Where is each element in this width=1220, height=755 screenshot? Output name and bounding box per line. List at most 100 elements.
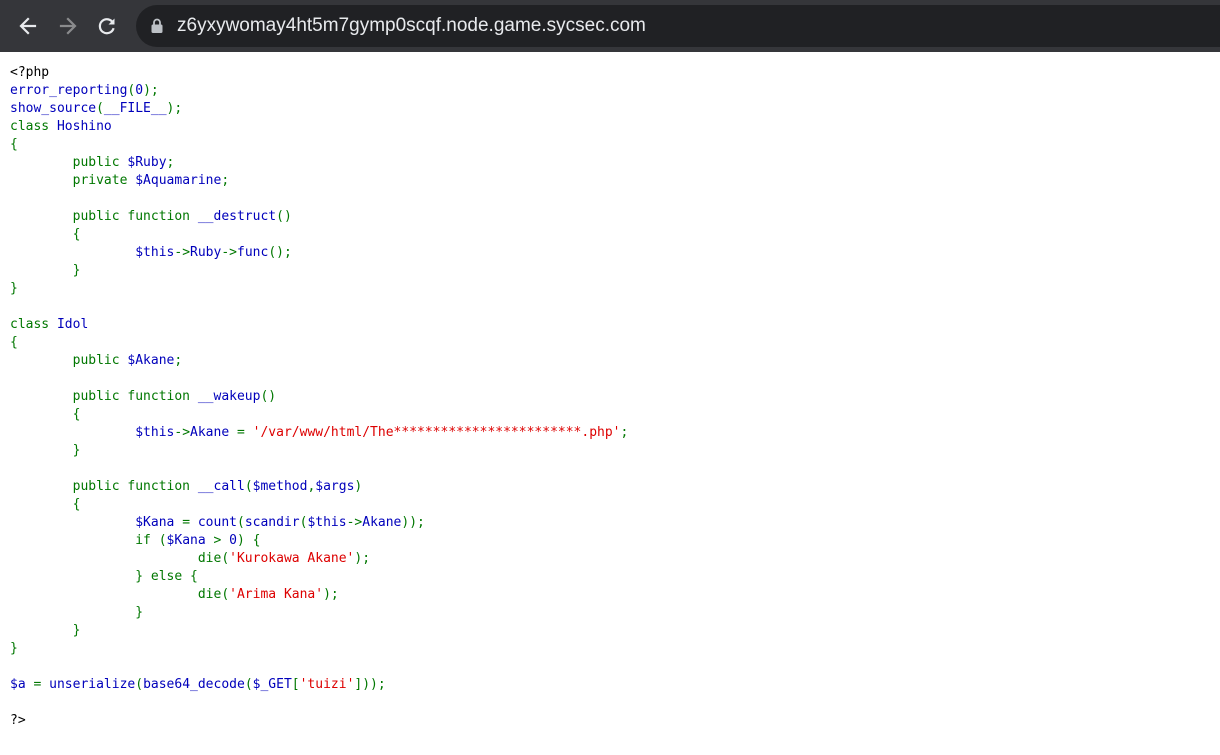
code-token: unserialize — [49, 677, 136, 692]
code-token: } — [10, 641, 18, 656]
code-token: = — [237, 425, 253, 440]
code-token: = — [33, 677, 50, 692]
code-token: ; — [166, 155, 175, 170]
code-token: ); — [143, 83, 159, 98]
code-token: $Kana — [166, 533, 214, 548]
code-line: class Idol — [10, 316, 628, 334]
code-token: $args — [315, 479, 355, 494]
code-token: <?php — [10, 65, 50, 80]
arrow-right-icon — [58, 16, 78, 36]
code-token: public — [10, 155, 128, 170]
code-token: $Ruby — [127, 155, 167, 170]
code-line: public function __call($method,$args) — [10, 478, 628, 496]
code-line: { — [10, 136, 628, 154]
code-token: (); — [268, 245, 292, 260]
reload-button[interactable] — [92, 11, 122, 41]
code-line: { — [10, 334, 628, 352]
code-token: { — [10, 227, 81, 242]
code-token: Akane — [362, 515, 402, 530]
code-token: -> — [346, 515, 363, 530]
code-token: ?> — [10, 713, 26, 728]
code-line: } — [10, 262, 628, 280]
code-token: } else { — [10, 569, 198, 584]
address-bar[interactable]: z6yxywomay4ht5m7gymp0scqf.node.game.sycs… — [136, 5, 1220, 47]
code-token: $this — [135, 245, 175, 260]
code-token: ) { — [237, 533, 261, 548]
code-line: } else { — [10, 568, 628, 586]
code-line: { — [10, 226, 628, 244]
code-line: public $Ruby; — [10, 154, 628, 172]
back-button[interactable] — [13, 11, 43, 41]
code-line: } — [10, 604, 628, 622]
code-token: $this — [135, 425, 175, 440]
code-token: ; — [174, 353, 183, 368]
code-line: public $Akane; — [10, 352, 628, 370]
code-line: { — [10, 496, 628, 514]
code-line: show_source(__FILE__); — [10, 100, 628, 118]
code-token: () — [276, 209, 292, 224]
code-token: { — [10, 335, 18, 350]
code-token: } — [10, 263, 81, 278]
code-token: private — [10, 173, 136, 188]
code-token: class — [10, 317, 57, 332]
code-line: public function __destruct() — [10, 208, 628, 226]
code-token: = — [182, 515, 198, 530]
code-token: base64_decode — [143, 677, 245, 692]
code-token: ( — [96, 101, 104, 116]
code-line: $this->Ruby->func(); — [10, 244, 628, 262]
code-token: func — [237, 245, 269, 260]
code-token: __wakeup — [197, 389, 261, 404]
lock-icon[interactable] — [151, 18, 163, 39]
code-line: { — [10, 406, 628, 424]
code-token: ; — [221, 173, 230, 188]
code-line: error_reporting(0); — [10, 82, 628, 100]
browser-toolbar: z6yxywomay4ht5m7gymp0scqf.node.game.sycs… — [0, 0, 1220, 52]
code-token: ) — [354, 479, 363, 494]
url-text: z6yxywomay4ht5m7gymp0scqf.node.game.sycs… — [177, 15, 646, 36]
code-token: show_source — [10, 101, 97, 116]
php-source-code: <?php error_reporting(0); show_source(__FI… — [10, 64, 628, 730]
code-token: { — [10, 407, 81, 422]
code-token: > — [213, 533, 230, 548]
code-token: -> — [221, 245, 237, 260]
code-line: die('Arima Kana'); — [10, 586, 628, 604]
code-line: } — [10, 442, 628, 460]
code-token: 0 — [135, 83, 144, 98]
code-token: Akane — [190, 425, 237, 440]
code-token: public function — [10, 479, 198, 494]
code-token: } — [10, 623, 81, 638]
forward-button[interactable] — [53, 11, 83, 41]
code-token: Idol — [56, 317, 89, 332]
code-token: if ( — [10, 533, 167, 548]
code-token: } — [10, 605, 144, 620]
code-token: Ruby — [190, 245, 222, 260]
code-token: ( — [244, 677, 253, 692]
code-token: $Kana — [135, 515, 183, 530]
code-token: __FILE__ — [103, 101, 167, 116]
code-token: scandir — [244, 515, 300, 530]
code-token: { — [10, 497, 81, 512]
code-line: die('Kurokawa Akane'); — [10, 550, 628, 568]
code-token: () — [260, 389, 277, 404]
code-token: __destruct — [197, 209, 277, 224]
code-token: -> — [174, 425, 191, 440]
code-token: public — [10, 353, 128, 368]
code-line: } — [10, 640, 628, 658]
reload-icon — [97, 16, 117, 36]
code-token: Hoshino — [56, 119, 112, 134]
code-line: if ($Kana > 0) { — [10, 532, 628, 550]
code-token: die( — [10, 587, 230, 602]
code-line: public function __wakeup() — [10, 388, 628, 406]
code-token: public function — [10, 389, 198, 404]
code-line: $this->Akane = '/var/www/html/The*******… — [10, 424, 628, 442]
code-line: $Kana = count(scandir($this->Akane)); — [10, 514, 628, 532]
code-token: [ — [291, 677, 300, 692]
code-token: $a — [10, 677, 34, 692]
code-token: ( — [244, 479, 253, 494]
